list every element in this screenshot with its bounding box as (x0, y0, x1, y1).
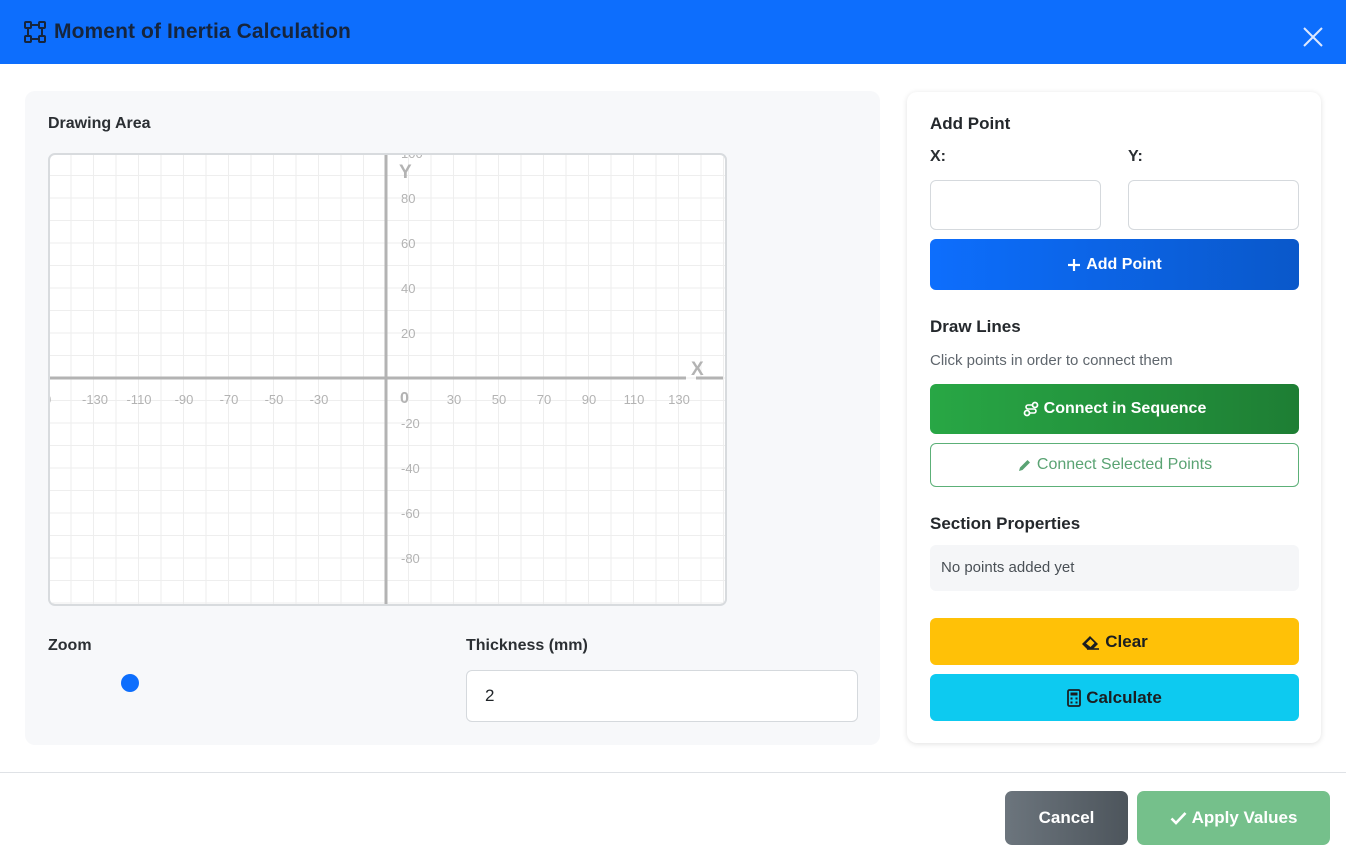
apply-values-label: Apply Values (1191, 808, 1298, 827)
x-tick-label: 110 (624, 392, 645, 407)
draw-lines-hint: Click points in order to connect them (930, 352, 1173, 369)
x-tick-label: 30 (447, 392, 461, 407)
apply-values-button[interactable]: Apply Values (1137, 791, 1330, 845)
x-tick-label: 50 (492, 392, 506, 407)
modal-header: Moment of Inertia Calculation (0, 0, 1346, 64)
plus-icon (1067, 258, 1081, 272)
x-tick-label: 70 (537, 392, 551, 407)
controls-panel: Add Point X: Y: Add Point Draw Lines Cli… (907, 92, 1321, 743)
connect-selected-label: Connect Selected Points (1036, 456, 1213, 473)
add-point-button[interactable]: Add Point (930, 239, 1299, 290)
drawing-canvas[interactable]: X Y 0 50 -130 -110 -90 -70 -50 -30 30 50 70 90 110 1… (48, 153, 727, 606)
x-tick-label: 130 (668, 392, 690, 407)
y-tick-label: -80 (401, 551, 420, 566)
add-point-button-label: Add Point (1086, 255, 1162, 273)
y-field-label: Y: (1128, 148, 1143, 165)
y-tick-label: 100 (401, 155, 423, 161)
x-tick-label: -130 (82, 392, 108, 407)
eraser-icon (1081, 634, 1100, 650)
close-icon[interactable] (1302, 26, 1324, 48)
x-tick-label: -110 (126, 392, 151, 407)
drawing-panel: Drawing Area X Y 0 50 -130 -110 -90 -70 -50 -3… (25, 91, 880, 745)
pencil-icon (1017, 458, 1032, 473)
y-tick-label: -40 (401, 461, 420, 476)
modal-title: Moment of Inertia Calculation (54, 20, 351, 43)
x-axis-label: X (691, 359, 704, 380)
thickness-input[interactable] (466, 670, 858, 722)
footer-divider (0, 772, 1346, 773)
x-tick-label: 90 (582, 392, 596, 407)
x-tick-label: -50 (265, 392, 284, 407)
thickness-label: Thickness (mm) (466, 637, 588, 654)
check-icon (1170, 811, 1187, 825)
connect-sequence-button[interactable]: Connect in Sequence (930, 384, 1299, 434)
connect-sequence-label: Connect in Sequence (1043, 400, 1207, 417)
draw-lines-title: Draw Lines (930, 317, 1021, 336)
clear-button-label: Clear (1105, 631, 1148, 651)
section-properties-title: Section Properties (930, 514, 1081, 533)
y-tick-label: -20 (401, 416, 420, 431)
y-tick-label: -60 (401, 506, 420, 521)
connect-selected-button[interactable]: Connect Selected Points (930, 443, 1299, 487)
y-tick-label: 40 (401, 281, 415, 296)
calculate-button-label: Calculate (1086, 687, 1162, 707)
zoom-label: Zoom (48, 637, 92, 654)
y-coordinate-input[interactable] (1128, 180, 1299, 230)
add-point-title: Add Point (930, 114, 1011, 133)
drawing-area-label: Drawing Area (48, 115, 151, 132)
clear-button[interactable]: Clear (930, 618, 1299, 665)
y-tick-label: 20 (401, 326, 415, 341)
origin-label: 0 (400, 390, 409, 407)
x-tick-label: -70 (220, 392, 239, 407)
section-properties-empty: No points added yet (930, 545, 1299, 591)
x-field-label: X: (930, 148, 946, 165)
calculator-icon (1067, 688, 1082, 707)
x-tick-label: 50 (50, 392, 51, 407)
cancel-button[interactable]: Cancel (1005, 791, 1128, 845)
calculate-button[interactable]: Calculate (930, 674, 1299, 721)
y-axis-label: Y (399, 162, 412, 183)
x-coordinate-input[interactable] (930, 180, 1101, 230)
x-tick-label: -90 (175, 392, 194, 407)
y-tick-label: 60 (401, 236, 415, 251)
y-tick-label: 80 (401, 191, 415, 206)
route-icon (1023, 401, 1039, 417)
vector-square-icon (24, 21, 46, 43)
x-tick-label: -30 (310, 392, 329, 407)
zoom-slider[interactable] (121, 674, 139, 692)
